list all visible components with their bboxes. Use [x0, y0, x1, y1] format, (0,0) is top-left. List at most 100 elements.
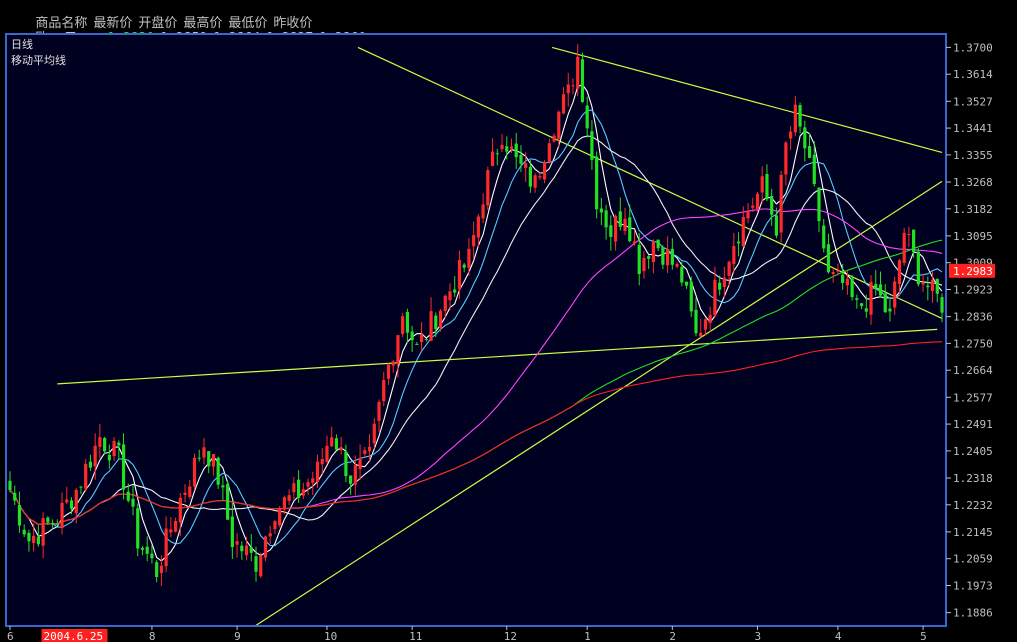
candle-body [207, 451, 211, 467]
candle-body [793, 104, 797, 133]
candle-body [164, 528, 168, 567]
candle-body [632, 241, 637, 244]
x-tick-label: 12 [504, 630, 517, 642]
candle-body [524, 163, 528, 168]
indicator-label: 移动平均线 [11, 53, 66, 67]
candle-body [907, 234, 911, 236]
candle-body [415, 343, 419, 345]
candle-body [736, 241, 741, 244]
candle-body [481, 204, 485, 219]
candle-body [419, 334, 424, 343]
candle-body [405, 312, 410, 333]
candle-body [17, 505, 22, 526]
candle-body [453, 289, 457, 293]
candle-body [528, 166, 533, 187]
candle-body [88, 461, 93, 468]
candle-body [708, 314, 712, 323]
y-tick-label: 1.3182 [953, 203, 993, 216]
candle-body [69, 500, 74, 509]
candle-body [566, 84, 570, 94]
candle-body [93, 445, 97, 467]
candle-body [604, 210, 608, 228]
candle-body [192, 457, 197, 487]
candle-body [178, 497, 182, 523]
candle-body [552, 135, 556, 142]
x-tick-label: 9 [234, 630, 241, 642]
candle-body [79, 486, 83, 488]
candle-body [150, 553, 154, 559]
x-tick-label: 2 [669, 630, 676, 642]
candle-body [282, 497, 286, 510]
candle-body [557, 111, 561, 139]
candle-body [718, 282, 722, 290]
candle-body [930, 279, 935, 292]
x-axis: 6 8 9 10 11 12 1 2 3 4 52004.6.25 [7, 626, 927, 642]
candle-body [462, 264, 466, 268]
candle-body [647, 256, 651, 259]
candle-body [831, 271, 835, 274]
candle-body [869, 281, 873, 315]
candle-body [637, 244, 641, 274]
candle-body [424, 339, 428, 341]
candle-body [311, 478, 315, 483]
candle-body [590, 131, 594, 160]
candle-body [703, 319, 708, 330]
candle-body [774, 215, 779, 236]
candle-body [438, 310, 443, 329]
y-tick-label: 1.2664 [953, 364, 993, 377]
candle-body [391, 361, 395, 366]
candle-body [486, 170, 490, 206]
candle-body [859, 303, 864, 307]
candle-body [254, 556, 258, 572]
y-tick-label: 1.3095 [953, 230, 993, 243]
candle-body [609, 225, 613, 237]
candle-body [121, 444, 126, 490]
candle-body [883, 293, 887, 313]
candle-body [330, 437, 334, 447]
candle-body [509, 146, 514, 149]
candle-body [84, 463, 88, 489]
y-tick-label: 1.2577 [953, 391, 993, 404]
candlestick-chart[interactable]: 日线 移动平均线 1.37001.36141.35271.34411.33551… [0, 0, 1017, 642]
candle-body [429, 311, 433, 341]
candle-body [334, 438, 339, 450]
candle-body [547, 143, 551, 163]
candle-body [8, 480, 12, 491]
candle-body [103, 438, 107, 452]
candle-body [221, 485, 225, 488]
candle-body [666, 248, 670, 266]
candle-body [50, 522, 55, 525]
candle-body [751, 205, 755, 208]
candle-body [183, 492, 187, 495]
candle-body [817, 187, 821, 222]
candle-body [514, 143, 518, 158]
candle-body [661, 247, 665, 265]
candle-body [292, 483, 296, 493]
x-tick-label: 3 [754, 630, 761, 642]
candle-body [467, 248, 471, 268]
candle-body [159, 565, 163, 574]
period-label: 日线 [11, 37, 33, 51]
y-tick-label: 1.2318 [953, 472, 993, 485]
candle-body [249, 547, 253, 553]
candle-body [240, 545, 244, 552]
candle-body [22, 529, 26, 535]
candle-body [36, 536, 40, 545]
x-tick-label: 10 [324, 630, 337, 642]
y-tick-label: 1.3527 [953, 95, 993, 108]
candle-body [845, 278, 849, 286]
candle-body [46, 517, 50, 523]
candle-body [670, 248, 674, 265]
candle-body [173, 521, 178, 532]
candle-body [396, 335, 400, 364]
candle-body [287, 495, 291, 501]
candle-body [812, 154, 816, 185]
candle-body [353, 465, 357, 485]
candle-body [940, 297, 944, 313]
y-tick-label: 1.2145 [953, 526, 993, 539]
candle-body [770, 195, 774, 215]
candle-body [902, 232, 906, 263]
candle-body [434, 315, 438, 330]
candle-body [765, 174, 769, 200]
candle-body [476, 216, 480, 238]
